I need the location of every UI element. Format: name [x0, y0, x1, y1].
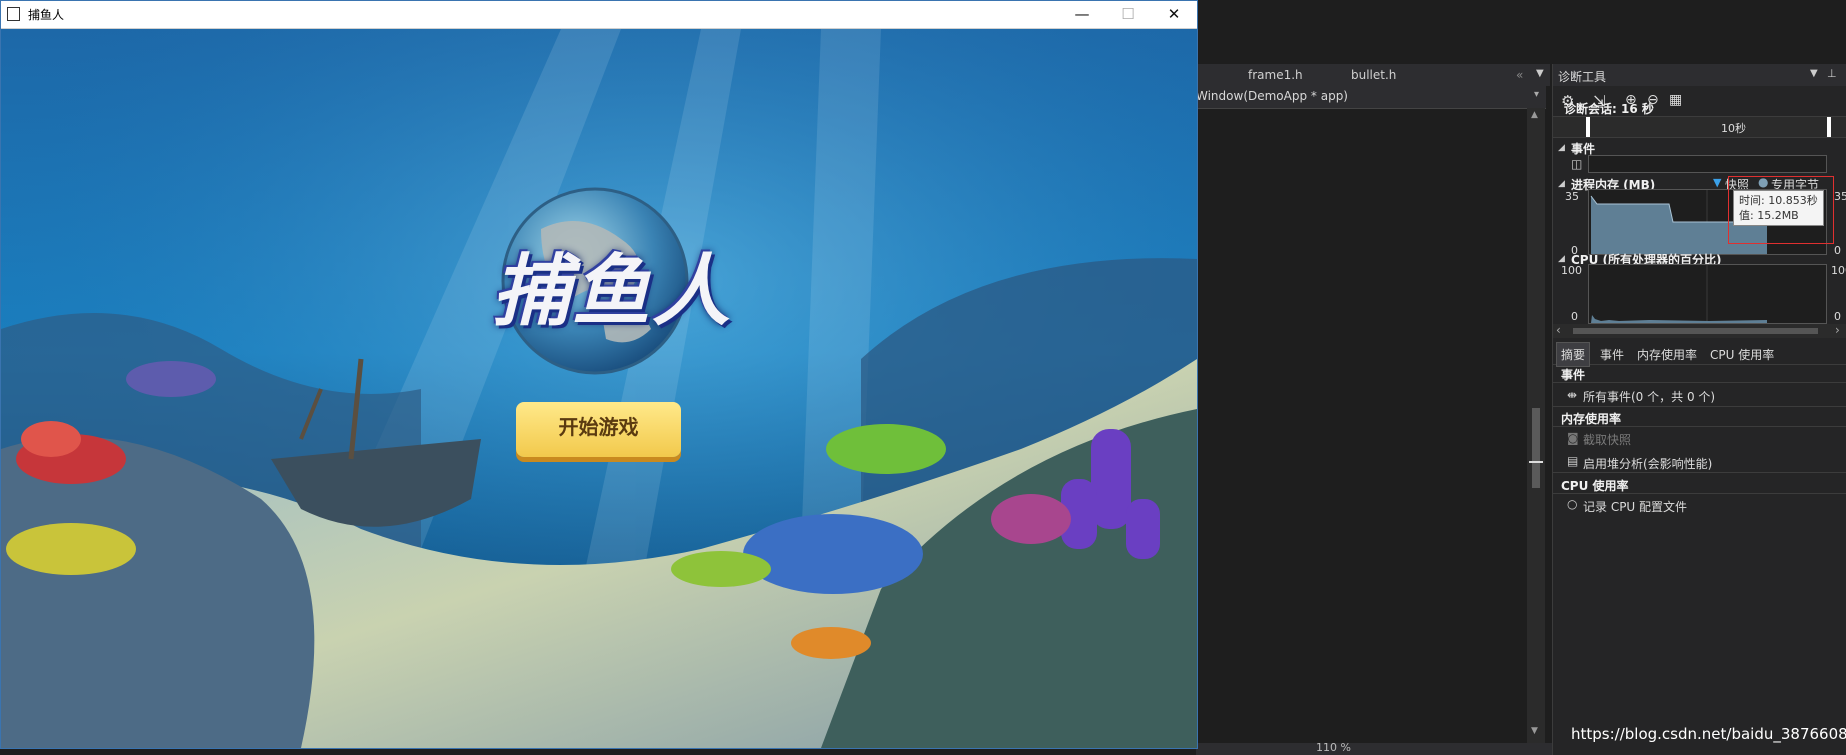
- collapse-icon[interactable]: ◢: [1558, 254, 1565, 264]
- diag-title: 诊断工具: [1558, 70, 1607, 84]
- scroll-left-icon[interactable]: ‹: [1556, 323, 1561, 337]
- tab-dropdown-icon[interactable]: ▼: [1536, 68, 1544, 79]
- pin-icon[interactable]: ⊥: [1827, 67, 1837, 80]
- scroll-thumb[interactable]: [1532, 408, 1540, 488]
- close-button[interactable]: ✕: [1151, 1, 1197, 28]
- events-section-header: 事件: [1561, 368, 1586, 382]
- memory-section-header: 内存使用率: [1561, 412, 1622, 426]
- timeline-ruler[interactable]: 10秒: [1553, 116, 1846, 138]
- divider: [1553, 426, 1846, 427]
- collapse-icon[interactable]: ◢: [1558, 143, 1565, 153]
- tab-overflow-icon[interactable]: «: [1516, 68, 1523, 82]
- snapshot-legend-icon: ▼: [1713, 176, 1722, 189]
- editor-scrollbar[interactable]: ▼ ▲: [1527, 108, 1545, 743]
- cpu-y-min-right: 0: [1834, 310, 1841, 323]
- start-game-button[interactable]: 开始游戏: [516, 402, 681, 457]
- all-events-link[interactable]: 所有事件(0 个，共 0 个): [1583, 388, 1715, 405]
- heap-analysis-button[interactable]: 启用堆分析(会影响性能): [1583, 455, 1712, 472]
- watermark: https://blog.csdn.net/baidu_38766085: [1571, 725, 1846, 743]
- purple-fan-coral: [126, 361, 216, 397]
- yellow-coral: [6, 523, 136, 575]
- divider: [1553, 472, 1846, 473]
- cpu-graph[interactable]: [1588, 264, 1827, 324]
- camera-icon: ◙: [1567, 431, 1579, 445]
- divider: [1553, 382, 1846, 383]
- diag-tabs: 摘要 事件 内存使用率 CPU 使用率: [1553, 342, 1846, 367]
- panel-dropdown-icon[interactable]: ▼: [1810, 68, 1818, 79]
- tab-frame1[interactable]: frame1.h: [1248, 68, 1303, 82]
- zoom-level[interactable]: 110 %: [1316, 741, 1351, 754]
- record-icon: ○: [1567, 497, 1578, 511]
- window-titlebar[interactable]: 捕鱼人 — ☐ ✕: [1, 1, 1197, 29]
- memory-y-max-right: 35: [1834, 190, 1846, 203]
- tab-summary[interactable]: 摘要: [1556, 342, 1591, 367]
- cpu-area: [1591, 315, 1767, 323]
- events-toggle-icon[interactable]: ◫: [1571, 157, 1582, 171]
- hscroll-thumb[interactable]: [1573, 328, 1818, 334]
- scroll-right-icon[interactable]: ›: [1835, 323, 1840, 337]
- orange-coral: [791, 627, 871, 659]
- pink-coral: [991, 494, 1071, 544]
- minimize-button[interactable]: —: [1059, 1, 1105, 28]
- cpu-section-header: CPU 使用率: [1561, 479, 1629, 493]
- app-icon: [7, 7, 20, 21]
- collapse-icon[interactable]: ◢: [1558, 179, 1565, 189]
- cpu-y-max: 100: [1561, 264, 1582, 277]
- record-cpu-button[interactable]: 记录 CPU 配置文件: [1583, 498, 1687, 515]
- reset-view-icon[interactable]: ▦: [1669, 92, 1682, 108]
- member-dropdown[interactable]: Window(DemoApp * app): [1196, 89, 1348, 103]
- tab-cpu[interactable]: CPU 使用率: [1710, 346, 1774, 363]
- tab-bullet[interactable]: bullet.h: [1351, 68, 1396, 82]
- scroll-up-icon[interactable]: ▲: [1531, 110, 1538, 120]
- timeline-handle-right[interactable]: [1827, 117, 1831, 137]
- game-window: 捕鱼人 — ☐ ✕ 捕鱼人 开始游戏: [0, 0, 1198, 749]
- editor-tab-strip: frame1.h bullet.h « ▼: [1196, 64, 1550, 86]
- timeline-tick: 10秒: [1721, 122, 1746, 135]
- game-logo-title: 捕鱼人: [491, 246, 732, 337]
- session-duration: 诊断会话: 16 秒: [1564, 102, 1654, 116]
- events-track[interactable]: [1588, 155, 1827, 173]
- green-coral: [826, 424, 946, 474]
- maximize-button[interactable]: ☐: [1105, 1, 1151, 28]
- cpu-y-max-right: 100: [1831, 264, 1846, 277]
- heap-icon: ▤: [1567, 454, 1579, 468]
- memory-y-max: 35: [1565, 190, 1579, 203]
- memory-y-min-right: 0: [1834, 244, 1841, 257]
- tab-events[interactable]: 事件: [1600, 346, 1624, 363]
- graph-hscroll[interactable]: ‹ ›: [1553, 323, 1846, 338]
- scroll-marker: [1529, 461, 1543, 463]
- navigation-bar[interactable]: Window(DemoApp * app) ▾: [1196, 86, 1546, 109]
- tab-memory[interactable]: 内存使用率: [1637, 346, 1697, 363]
- take-snapshot-button[interactable]: 截取快照: [1583, 431, 1631, 448]
- diag-header: 诊断工具 ▼ ⊥: [1553, 64, 1846, 86]
- cpu-y-min: 0: [1571, 310, 1578, 323]
- timeline-handle-left[interactable]: [1586, 117, 1590, 137]
- status-strip: 110 %: [1196, 741, 1552, 755]
- scroll-down-icon[interactable]: ▼: [1531, 726, 1538, 736]
- window-title: 捕鱼人: [28, 8, 65, 22]
- underwater-scene: [1, 29, 1197, 748]
- memory-tooltip: 时间: 10.853秒 值: 15.2MB: [1733, 190, 1824, 226]
- chevron-down-icon[interactable]: ▾: [1534, 89, 1539, 100]
- cpu-area-chart: [1591, 265, 1767, 323]
- divider: [1553, 406, 1846, 407]
- events-icon: ⇼: [1567, 388, 1578, 402]
- divider: [1553, 493, 1846, 494]
- tooltip-time: 时间: 10.853秒: [1739, 194, 1818, 207]
- yellow-green-coral: [671, 551, 771, 587]
- diagnostics-panel: 诊断工具 ▼ ⊥ ⚙ ⇲ ⊕ ⊖ ▦ 诊断会话: 16 秒 10秒 ◢ 事件 ◫…: [1552, 64, 1846, 755]
- tooltip-value: 值: 15.2MB: [1739, 209, 1799, 222]
- blue-coral: [743, 514, 923, 594]
